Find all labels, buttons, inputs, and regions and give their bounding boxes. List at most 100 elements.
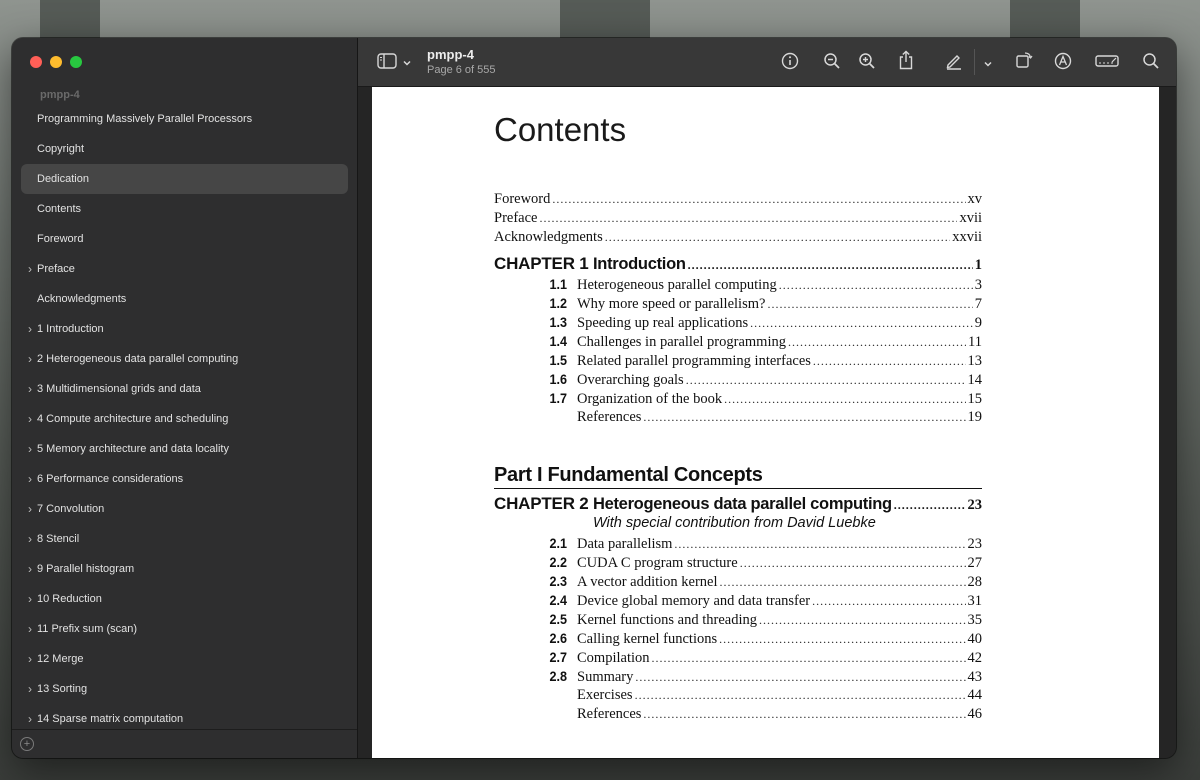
sidebar-item[interactable]: › 4 Compute architecture and scheduling [21, 404, 348, 434]
sidebar-item[interactable]: › 5 Memory architecture and data locality [21, 434, 348, 464]
toc-entry: 1.4 Challenges in parallel programming 11 [494, 333, 982, 352]
chevron-right-icon[interactable]: › [25, 472, 35, 486]
document-title: pmpp-4 [427, 47, 474, 62]
entry-page: xxvii [952, 229, 982, 245]
section-number: 1.4 [549, 333, 567, 349]
section-number: 1.5 [549, 352, 567, 368]
sidebar-item[interactable]: Copyright [21, 134, 348, 164]
dot-leader [812, 594, 965, 609]
sidebar-item-label: 7 Convolution [37, 503, 105, 515]
entry-title: Compilation [577, 650, 650, 666]
chapter-page: 1 [974, 257, 982, 273]
wallpaper-decoration [1010, 0, 1080, 40]
dot-leader [539, 211, 957, 226]
entry-page: 28 [967, 574, 983, 590]
toc-entry: 1.7 Organization of the book 15 [494, 390, 982, 409]
toc-entry: References 19 [494, 409, 982, 428]
sidebar-item-label: Programming Massively Parallel Processor… [37, 113, 253, 125]
zoom-in-icon[interactable] [858, 52, 876, 75]
rotate-icon[interactable] [1015, 51, 1033, 74]
dot-leader [767, 297, 972, 312]
toolbar: pmpp-4 Page 6 of 555 [358, 38, 1176, 87]
chevron-right-icon[interactable]: › [25, 622, 35, 636]
entry-title: Challenges in parallel programming [577, 334, 786, 350]
entry-title: Acknowledgments [494, 229, 603, 245]
entry-page: 7 [974, 296, 982, 312]
share-icon[interactable] [898, 50, 914, 75]
info-icon[interactable] [781, 52, 799, 75]
entry-page: 11 [968, 334, 982, 350]
minimize-window-button[interactable] [50, 56, 62, 68]
sidebar-item[interactable]: Contents [21, 194, 348, 224]
sidebar-item[interactable]: › 11 Prefix sum (scan) [21, 614, 348, 644]
chevron-right-icon[interactable]: › [25, 442, 35, 456]
entry-page: xv [967, 191, 983, 207]
pdf-page[interactable]: Contents ForewordxvPrefacexviiAcknowledg… [372, 87, 1159, 758]
wallpaper-decoration [40, 0, 100, 40]
chevron-right-icon[interactable]: › [25, 592, 35, 606]
sidebar-item[interactable]: › 12 Merge [21, 644, 348, 674]
add-icon[interactable]: + [20, 737, 34, 751]
markup-icon[interactable] [1054, 52, 1072, 75]
sidebar-toggle-icon[interactable] [377, 53, 397, 74]
entry-title: Heterogeneous parallel computing [577, 277, 777, 293]
chapter-label: CHAPTER 1 [494, 254, 589, 273]
entry-page: 46 [967, 706, 983, 722]
chevron-right-icon[interactable]: › [25, 322, 35, 336]
sidebar-item[interactable]: › 7 Convolution [21, 494, 348, 524]
chevron-right-icon[interactable]: › [25, 412, 35, 426]
highlight-pen-icon[interactable] [945, 52, 963, 75]
chevron-right-icon[interactable]: › [25, 262, 35, 276]
sidebar-item[interactable]: › 8 Stencil [21, 524, 348, 554]
entry-title: Summary [577, 669, 634, 685]
sidebar-item[interactable]: › 13 Sorting [21, 674, 348, 704]
entry-title: Speeding up real applications [577, 315, 749, 331]
chevron-down-icon[interactable] [983, 56, 993, 74]
table-of-contents-list: Programming Massively Parallel Processor… [21, 104, 348, 734]
dot-leader [635, 670, 965, 685]
toc-entry: References 46 [494, 706, 982, 725]
fullscreen-window-button[interactable] [70, 56, 82, 68]
sidebar-item[interactable]: Dedication [21, 164, 348, 194]
sidebar-item[interactable]: › 10 Reduction [21, 584, 348, 614]
toc-entry: 2.3 A vector addition kernel 28 [494, 573, 982, 592]
chevron-right-icon[interactable]: › [25, 712, 35, 726]
entry-title: Why more speed or parallelism? [577, 296, 766, 312]
sidebar-item[interactable]: › 6 Performance considerations [21, 464, 348, 494]
zoom-out-icon[interactable] [823, 52, 841, 75]
document-viewport[interactable]: Contents ForewordxvPrefacexviiAcknowledg… [358, 87, 1176, 758]
chevron-right-icon[interactable]: › [25, 352, 35, 366]
section-number: 1.1 [549, 276, 567, 292]
search-icon[interactable] [1142, 52, 1160, 75]
sidebar-item-label: Foreword [37, 233, 84, 245]
form-fill-icon[interactable] [1095, 54, 1119, 73]
chevron-right-icon[interactable]: › [25, 652, 35, 666]
chevron-right-icon[interactable]: › [25, 382, 35, 396]
sidebar-item[interactable]: › 9 Parallel histogram [21, 554, 348, 584]
entry-title: Preface [494, 210, 538, 226]
chapter-title: Heterogeneous data parallel computing [593, 495, 892, 513]
sidebar-item[interactable]: › 1 Introduction [21, 314, 348, 344]
sidebar-item[interactable]: › 3 Multidimensional grids and data [21, 374, 348, 404]
sidebar-item[interactable]: Foreword [21, 224, 348, 254]
entry-page: 27 [967, 555, 983, 571]
sidebar-document-title: pmpp-4 [40, 89, 80, 101]
entry-page: 9 [974, 315, 982, 331]
toc-entry: Acknowledgments xxvii [494, 229, 982, 248]
close-window-button[interactable] [30, 56, 42, 68]
section-number: 2.4 [549, 592, 567, 608]
chevron-right-icon[interactable]: › [25, 562, 35, 576]
chevron-down-icon[interactable] [402, 55, 412, 73]
sidebar-item[interactable]: Programming Massively Parallel Processor… [21, 104, 348, 134]
dot-leader [605, 230, 950, 245]
sidebar-item[interactable]: Acknowledgments [21, 284, 348, 314]
entry-title: Calling kernel functions [577, 631, 718, 647]
chevron-right-icon[interactable]: › [25, 502, 35, 516]
toc-entry: 1.2 Why more speed or parallelism? 7 [494, 295, 982, 314]
sidebar-item[interactable]: › Preface [21, 254, 348, 284]
entry-page: 43 [967, 669, 983, 685]
toc-entry: 2.5 Kernel functions and threading 35 [494, 611, 982, 630]
sidebar-item[interactable]: › 2 Heterogeneous data parallel computing [21, 344, 348, 374]
chevron-right-icon[interactable]: › [25, 532, 35, 546]
chevron-right-icon[interactable]: › [25, 682, 35, 696]
